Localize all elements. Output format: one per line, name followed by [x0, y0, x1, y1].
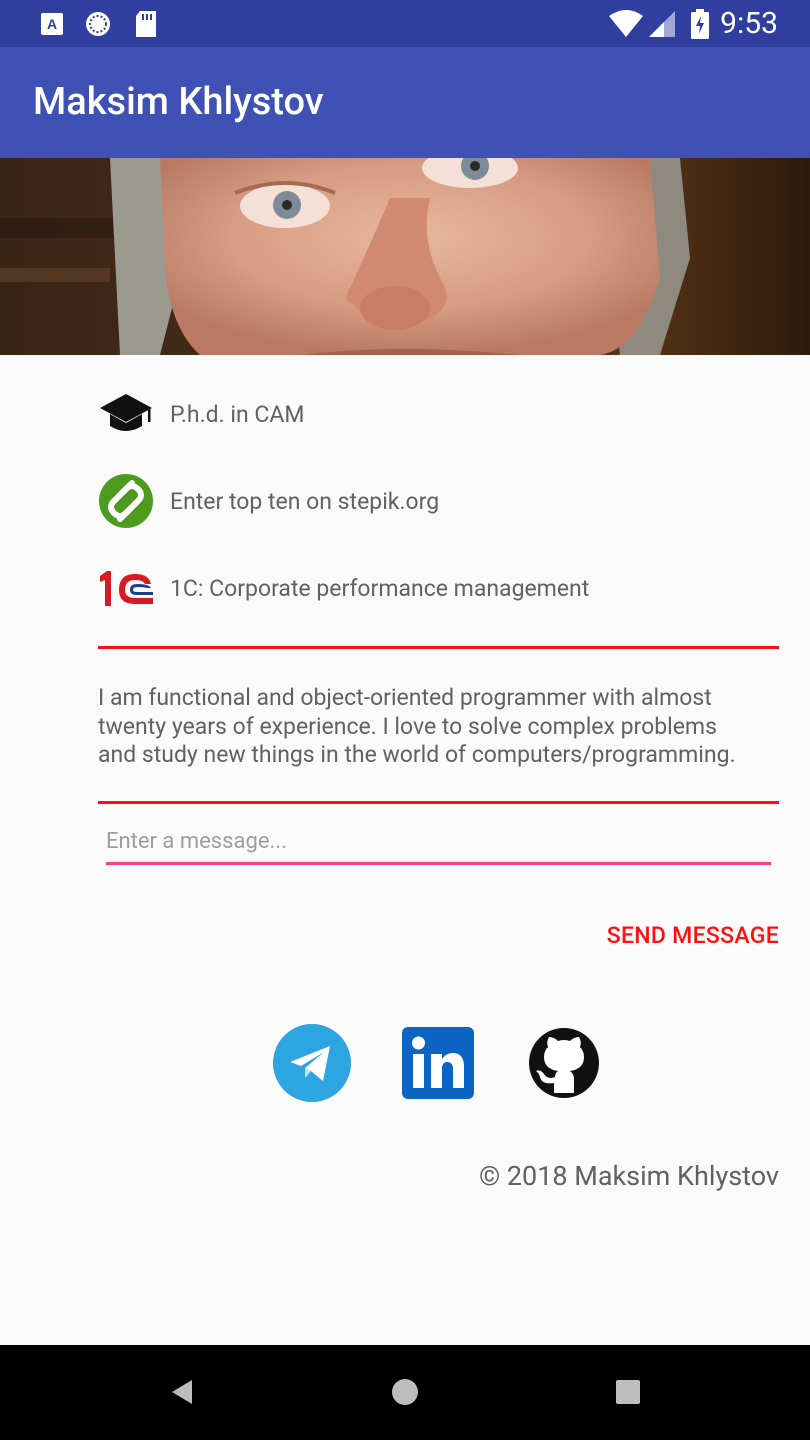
- github-button[interactable]: [524, 1025, 604, 1105]
- svg-text:A: A: [47, 16, 57, 32]
- message-input[interactable]: [106, 824, 766, 858]
- profile-item-label: 1C: Corporate performance management: [170, 574, 590, 602]
- profile-photo: [0, 158, 810, 355]
- profile-item-stepik: Enter top ten on stepik.org: [97, 471, 439, 531]
- sd-card-icon: [134, 10, 158, 38]
- profile-item-1c: 1C: Corporate performance management: [97, 558, 589, 618]
- home-button[interactable]: [383, 1372, 427, 1416]
- wifi-icon: [608, 10, 644, 38]
- telegram-icon: [272, 1023, 352, 1107]
- about-text: I am functional and object-oriented prog…: [98, 684, 788, 770]
- profile-item-label: Enter top ten on stepik.org: [170, 487, 440, 515]
- about-line: I am functional and object-oriented prog…: [98, 684, 712, 711]
- linkedin-button[interactable]: [398, 1025, 478, 1105]
- a-notification-icon: A: [40, 10, 64, 38]
- app-bar: Maksim Khlystov: [0, 47, 810, 158]
- cell-signal-icon: [648, 10, 676, 38]
- about-line: and study new things in the world of com…: [98, 741, 736, 768]
- linkedin-icon: [402, 1027, 474, 1103]
- status-time: 9:53: [720, 6, 778, 41]
- stepik-logo-icon: [97, 472, 155, 530]
- home-icon: [390, 1377, 420, 1411]
- send-message-button[interactable]: SEND MESSAGE: [607, 922, 779, 949]
- status-bar: A 9:53: [0, 0, 810, 47]
- profile-item-label: P.h.d. in CAM: [170, 400, 305, 428]
- divider-bottom: [98, 801, 779, 804]
- back-icon: [168, 1377, 196, 1411]
- sync-icon: [84, 10, 112, 38]
- message-field[interactable]: [106, 822, 771, 865]
- telegram-button[interactable]: [272, 1023, 352, 1107]
- app-title: Maksim Khlystov: [33, 80, 324, 124]
- profile-item-education: P.h.d. in CAM: [97, 384, 304, 444]
- back-button[interactable]: [160, 1372, 204, 1416]
- about-line: twenty years of experience. I love to so…: [98, 712, 717, 740]
- battery-icon: [690, 9, 710, 39]
- graduation-cap-icon: [97, 385, 155, 443]
- copyright-text: © 2018 Maksim Khlystov: [478, 1160, 779, 1192]
- 1c-logo-icon: [97, 559, 155, 617]
- divider-top: [98, 646, 779, 649]
- recents-button[interactable]: [606, 1372, 650, 1416]
- github-icon: [528, 1027, 600, 1103]
- recents-icon: [615, 1379, 641, 1409]
